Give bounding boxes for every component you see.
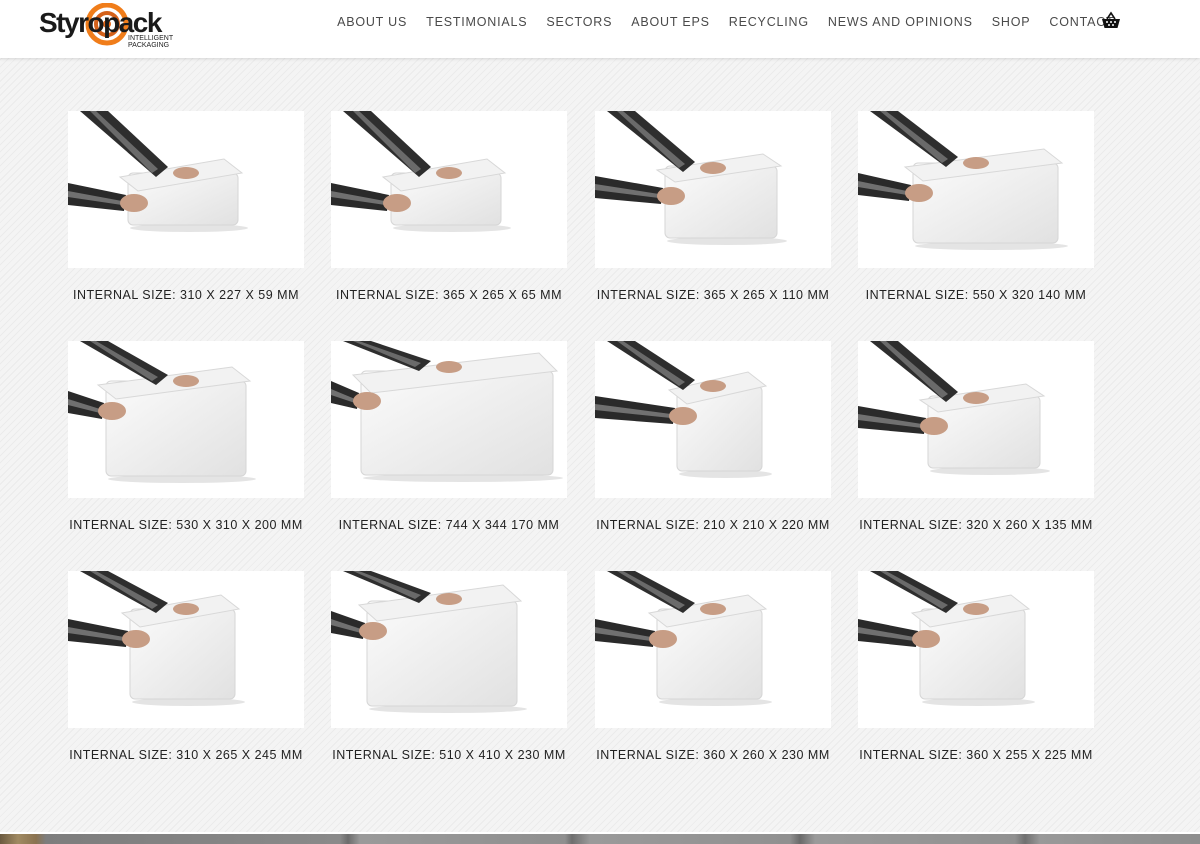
polystyrene-box-photo [331,341,563,482]
product-image[interactable] [595,111,831,268]
product-card[interactable]: INTERNAL SIZE: 365 X 265 X 65 MM [331,111,567,302]
nav-about-us[interactable]: ABOUT US [328,14,417,30]
logo-mark: Styropack INTELLIGENT PACKAGING [39,3,174,49]
nav-shop[interactable]: SHOP [982,14,1040,30]
product-image[interactable] [68,341,304,498]
polystyrene-box-photo [858,111,1068,250]
product-card[interactable]: INTERNAL SIZE: 510 X 410 X 230 MM [331,571,567,762]
product-caption: INTERNAL SIZE: 320 X 260 X 135 MM [859,518,1093,532]
polystyrene-box-photo [858,571,1035,706]
product-caption: INTERNAL SIZE: 550 X 320 140 MM [865,288,1087,302]
product-image[interactable] [68,571,304,728]
product-image[interactable] [858,111,1094,268]
product-image[interactable] [331,111,567,268]
product-caption: INTERNAL SIZE: 210 X 210 X 220 MM [596,518,830,532]
product-image[interactable] [595,571,831,728]
product-card[interactable]: INTERNAL SIZE: 320 X 260 X 135 MM [858,341,1094,532]
product-card[interactable]: INTERNAL SIZE: 530 X 310 X 200 MM [68,341,304,532]
polystyrene-box-photo [68,571,245,706]
basket-icon [1102,11,1120,28]
footer-image-strip [0,832,1200,844]
cart-button[interactable] [1101,11,1121,31]
product-card[interactable]: INTERNAL SIZE: 210 X 210 X 220 MM [595,341,831,532]
product-image[interactable] [858,571,1094,728]
product-caption: INTERNAL SIZE: 310 X 227 X 59 MM [72,288,300,302]
polystyrene-box-photo [68,111,248,232]
styropack-logo[interactable]: Styropack INTELLIGENT PACKAGING [38,3,188,49]
product-caption: INTERNAL SIZE: 510 X 410 X 230 MM [332,748,566,762]
product-card[interactable]: INTERNAL SIZE: 365 X 265 X 110 MM [595,111,831,302]
product-card[interactable]: INTERNAL SIZE: 744 X 344 170 MM [331,341,567,532]
polystyrene-box-photo [595,341,772,478]
nav-recycling[interactable]: RECYCLING [719,14,818,30]
product-caption: INTERNAL SIZE: 744 X 344 170 MM [338,518,560,532]
nav-testimonials[interactable]: TESTIMONIALS [417,14,537,30]
nav-sectors[interactable]: SECTORS [537,14,622,30]
product-card[interactable]: INTERNAL SIZE: 310 X 227 X 59 MM [68,111,304,302]
product-image[interactable] [331,571,567,728]
logo-tagline-2: PACKAGING [128,42,169,49]
product-caption: INTERNAL SIZE: 530 X 310 X 200 MM [69,518,303,532]
product-caption: INTERNAL SIZE: 360 X 260 X 230 MM [596,748,830,762]
product-image[interactable] [68,111,304,268]
product-image[interactable] [331,341,567,498]
product-caption: INTERNAL SIZE: 365 X 265 X 65 MM [335,288,563,302]
product-image[interactable] [858,341,1094,498]
site-header: Styropack INTELLIGENT PACKAGING ABOUT US… [0,0,1200,58]
main-nav: ABOUT US TESTIMONIALS SECTORS ABOUT EPS … [328,14,1124,30]
polystyrene-box-photo [858,341,1050,475]
product-caption: INTERNAL SIZE: 360 X 255 X 225 MM [859,748,1093,762]
product-card[interactable]: INTERNAL SIZE: 360 X 255 X 225 MM [858,571,1094,762]
product-card[interactable]: INTERNAL SIZE: 360 X 260 X 230 MM [595,571,831,762]
product-caption: INTERNAL SIZE: 365 X 265 X 110 MM [596,288,830,302]
polystyrene-box-photo [595,571,772,706]
nav-about-eps[interactable]: ABOUT EPS [622,14,720,30]
product-card[interactable]: INTERNAL SIZE: 550 X 320 140 MM [858,111,1094,302]
polystyrene-box-photo [331,571,527,713]
polystyrene-box-photo [331,111,511,232]
polystyrene-box-photo [595,111,787,245]
polystyrene-box-photo [68,341,256,483]
nav-news-and-opinions[interactable]: NEWS AND OPINIONS [818,14,982,30]
product-card[interactable]: INTERNAL SIZE: 310 X 265 X 245 MM [68,571,304,762]
logo-wordmark: Styropack [39,7,163,38]
logo-tagline-1: INTELLIGENT [128,35,174,42]
product-caption: INTERNAL SIZE: 310 X 265 X 245 MM [69,748,303,762]
product-image[interactable] [595,341,831,498]
